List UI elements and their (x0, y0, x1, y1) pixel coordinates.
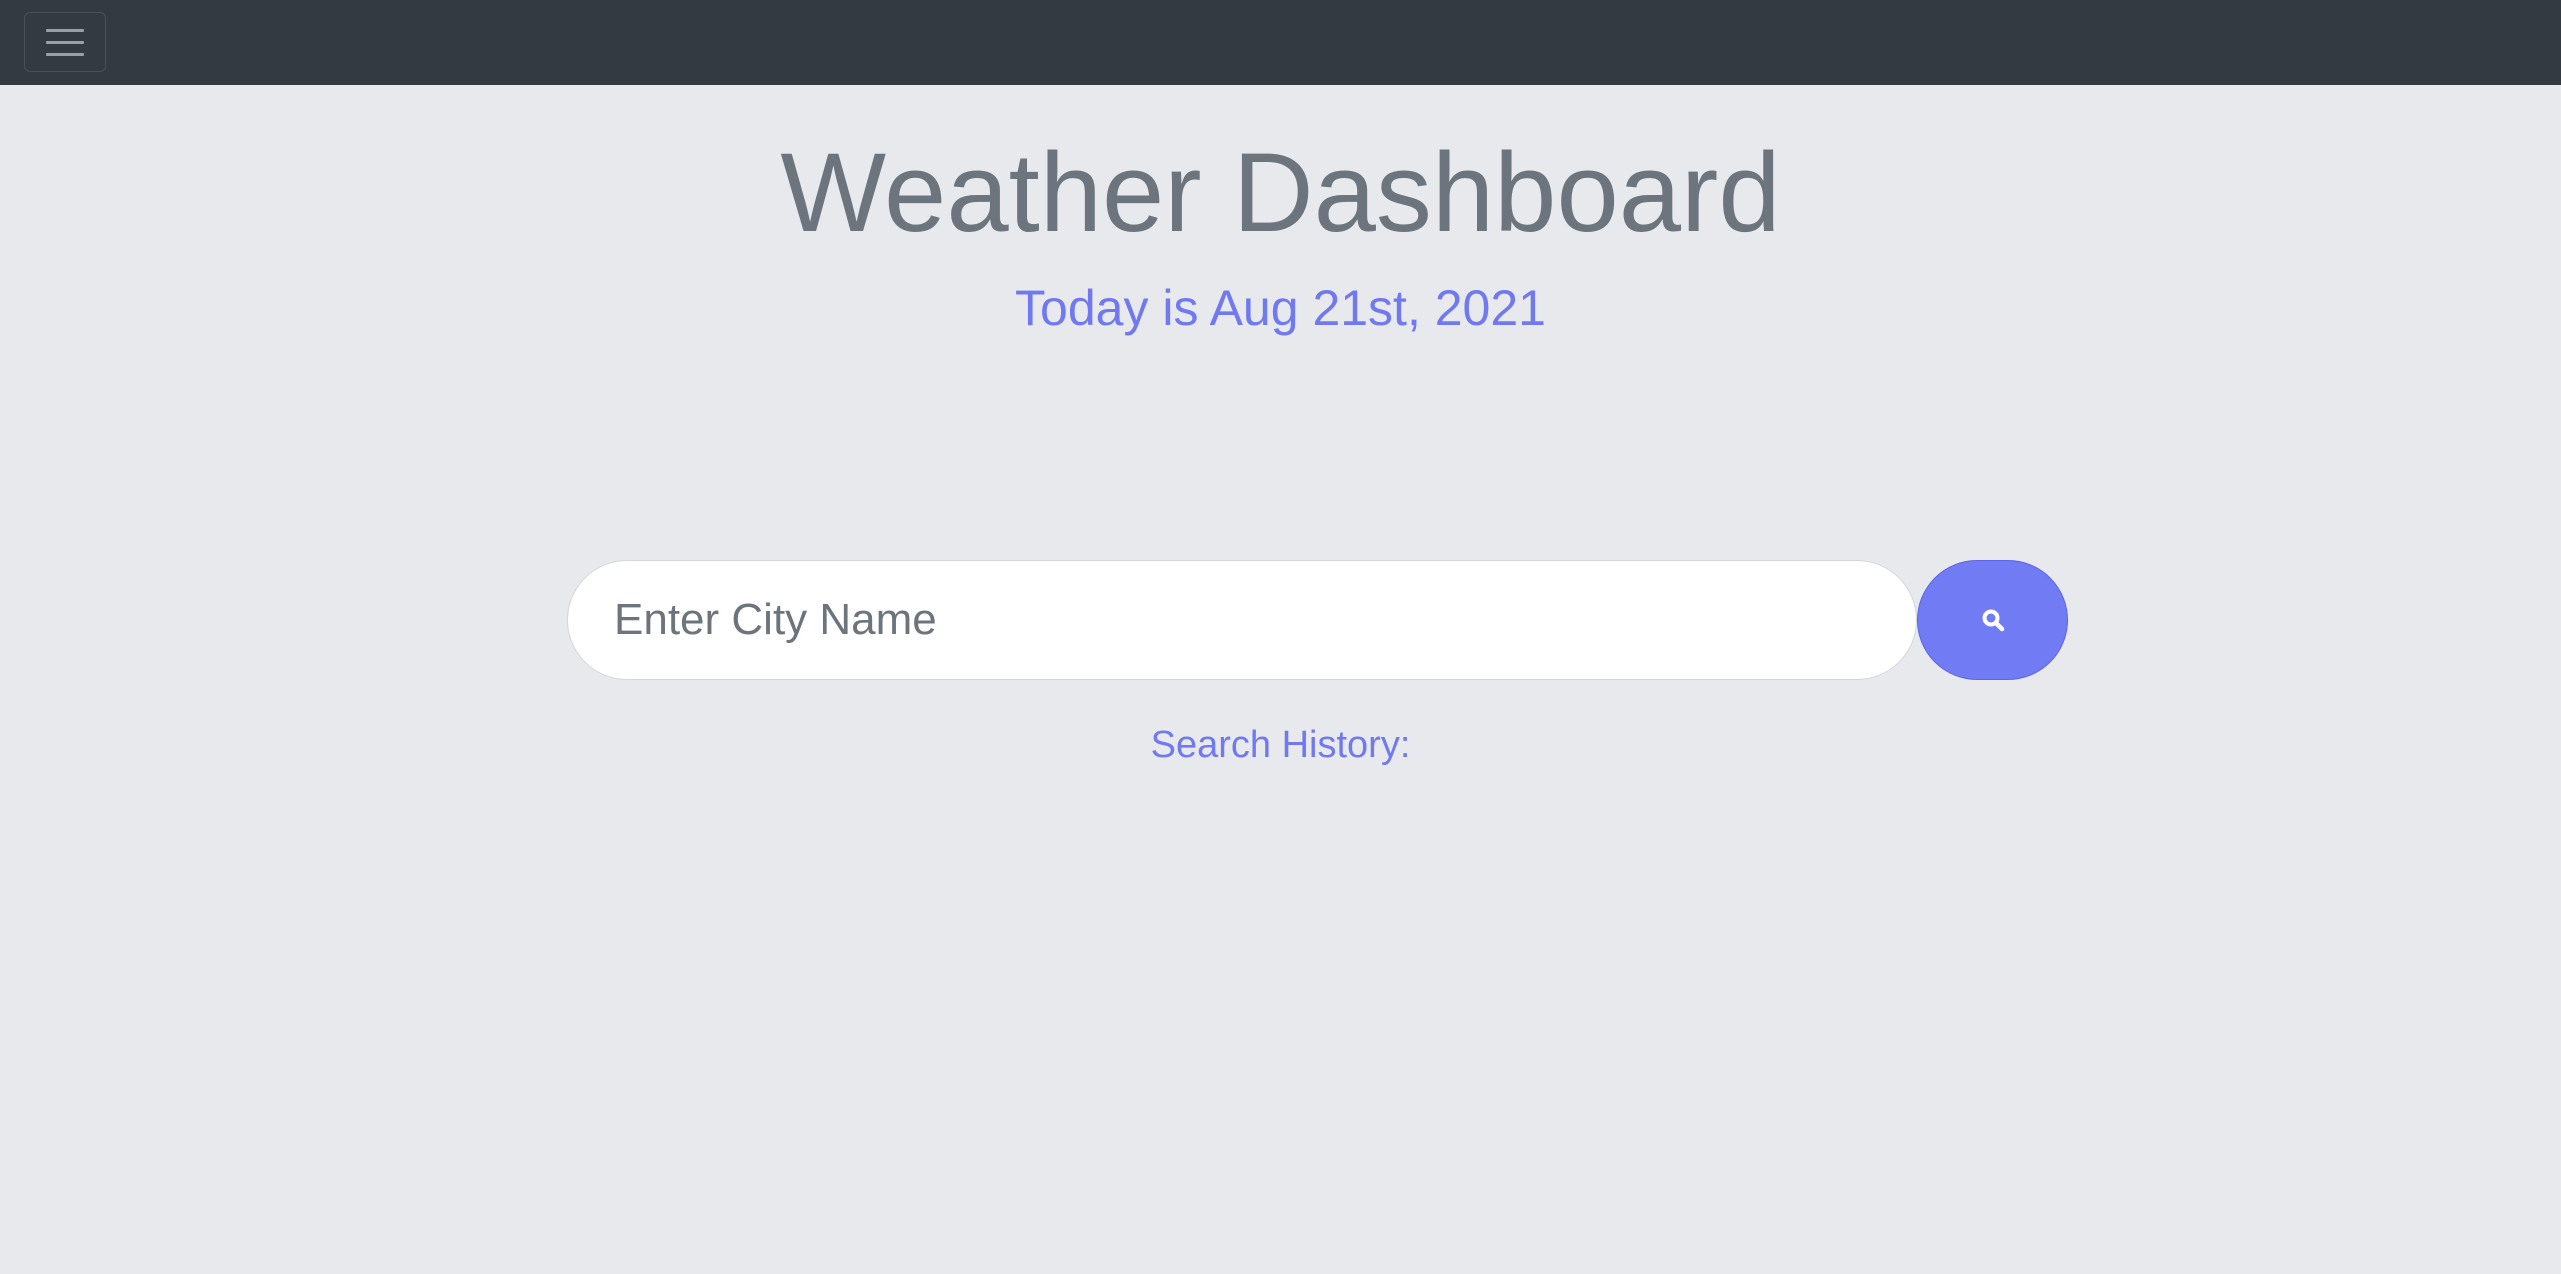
hamburger-menu-icon (46, 28, 84, 32)
search-history-label: Search History: (1150, 724, 1411, 766)
top-navbar (0, 0, 2561, 85)
search-icon (1981, 608, 2005, 632)
current-date: Today is Aug 21st, 2021 (1015, 280, 1546, 336)
page-title: Weather Dashboard (780, 130, 1781, 255)
hamburger-menu-icon-bar (46, 40, 84, 44)
hamburger-menu-icon-bar (46, 52, 84, 56)
city-search-input[interactable] (567, 560, 1917, 680)
menu-toggle-button[interactable] (24, 12, 106, 72)
search-button[interactable] (1917, 560, 2068, 680)
